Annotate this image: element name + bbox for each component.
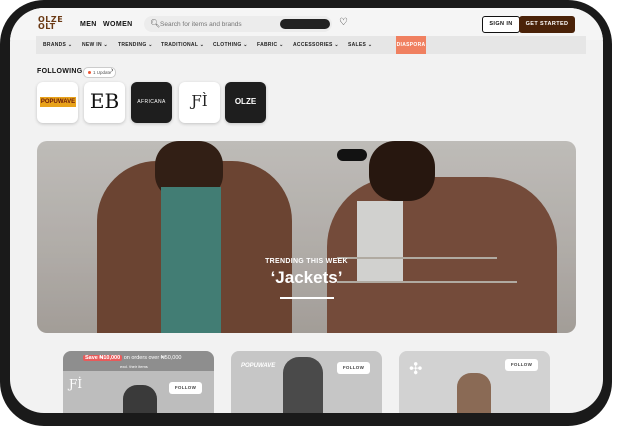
nav-men[interactable]: MEN bbox=[80, 21, 97, 28]
brand-tile-fi[interactable]: ƑÌ bbox=[179, 82, 220, 123]
cat-brands[interactable]: BRANDS ⌄ bbox=[43, 42, 72, 48]
cat-fabric[interactable]: FABRIC ⌄ bbox=[257, 42, 284, 48]
card-model bbox=[283, 357, 323, 413]
brand-tile-popuwave[interactable]: POPUWAVE bbox=[37, 82, 78, 123]
card-brand-mark: Ƒİ bbox=[69, 377, 83, 391]
fi-logo: ƑÌ bbox=[191, 92, 208, 110]
eb-logo: EB bbox=[89, 89, 120, 113]
cat-traditional[interactable]: TRADITIONAL ⌄ bbox=[161, 42, 204, 48]
device-frame: OLZEOLT MEN WOMEN 🔍︎ ♡ SIGN IN GET START… bbox=[0, 0, 612, 426]
cat-new-in[interactable]: NEW IN ⌄ bbox=[82, 42, 108, 48]
update-dot-icon bbox=[88, 71, 91, 75]
cat-accessories[interactable]: ACCESSORIES ⌄ bbox=[293, 42, 339, 48]
cat-clothing[interactable]: CLOTHING ⌄ bbox=[213, 42, 248, 48]
promo-subtext: excl. their items bbox=[120, 364, 148, 369]
brand-card-3[interactable]: ✣ FOLLOW bbox=[399, 351, 550, 413]
search-icon: 🔍︎ bbox=[150, 19, 161, 28]
hero-underline bbox=[280, 297, 334, 299]
cat-diaspora[interactable]: DIASPORA bbox=[396, 36, 426, 54]
search-input[interactable] bbox=[160, 18, 278, 30]
popuwave-logo: POPUWAVE bbox=[40, 97, 76, 107]
card-model bbox=[457, 373, 491, 413]
following-title: FOLLOWING bbox=[37, 68, 83, 75]
hero-kicker: TRENDING THIS WEEK bbox=[265, 258, 348, 265]
app-screen: OLZEOLT MEN WOMEN 🔍︎ ♡ SIGN IN GET START… bbox=[10, 8, 603, 413]
cat-sales[interactable]: SALES ⌄ bbox=[348, 42, 372, 48]
search-bar[interactable]: 🔍︎ bbox=[144, 16, 332, 32]
brand-card-2[interactable]: POPUWAVE FOLLOW bbox=[231, 351, 382, 413]
pattern-logo-icon: ✣ bbox=[409, 361, 423, 378]
africana-logo: AFRICANA bbox=[137, 99, 166, 105]
sign-in-button[interactable]: SIGN IN bbox=[482, 16, 520, 33]
follow-button[interactable]: FOLLOW bbox=[169, 382, 202, 394]
hero-title: ‘Jackets’ bbox=[270, 268, 343, 287]
olze-logo: OLZE bbox=[234, 97, 257, 106]
follow-button[interactable]: FOLLOW bbox=[337, 362, 370, 374]
category-bar: BRANDS ⌄ NEW IN ⌄ TRENDING ⌄ TRADITIONAL… bbox=[36, 36, 586, 54]
hero-overlay bbox=[37, 141, 576, 333]
card-brand-mark: POPUWAVE bbox=[241, 363, 276, 369]
brand-tile-africana[interactable]: AFRICANA bbox=[131, 82, 172, 123]
nav-women[interactable]: WOMEN bbox=[103, 21, 133, 28]
promo-text: Save ₦10,000 on orders over ₦50,000 bbox=[83, 355, 182, 361]
cat-trending[interactable]: TRENDING ⌄ bbox=[118, 42, 153, 48]
heart-icon[interactable]: ♡ bbox=[339, 17, 348, 28]
follow-button[interactable]: FOLLOW bbox=[505, 359, 538, 371]
chevron-right-icon[interactable]: › bbox=[111, 67, 113, 74]
site-logo[interactable]: OLZE OLT bbox=[38, 16, 63, 32]
brand-tile-olze[interactable]: OLZE bbox=[225, 82, 266, 123]
hero-banner[interactable]: TRENDING THIS WEEK ‘Jackets’ bbox=[37, 141, 576, 333]
brand-card-1[interactable]: Save ₦10,000 on orders over ₦50,000 excl… bbox=[63, 351, 214, 413]
promo-tag: Save ₦10,000 bbox=[83, 355, 123, 361]
brand-tile-eb[interactable]: EB bbox=[84, 82, 125, 123]
search-pill[interactable] bbox=[280, 19, 330, 29]
card-model bbox=[123, 385, 157, 413]
get-started-button[interactable]: GET STARTED bbox=[519, 16, 575, 33]
